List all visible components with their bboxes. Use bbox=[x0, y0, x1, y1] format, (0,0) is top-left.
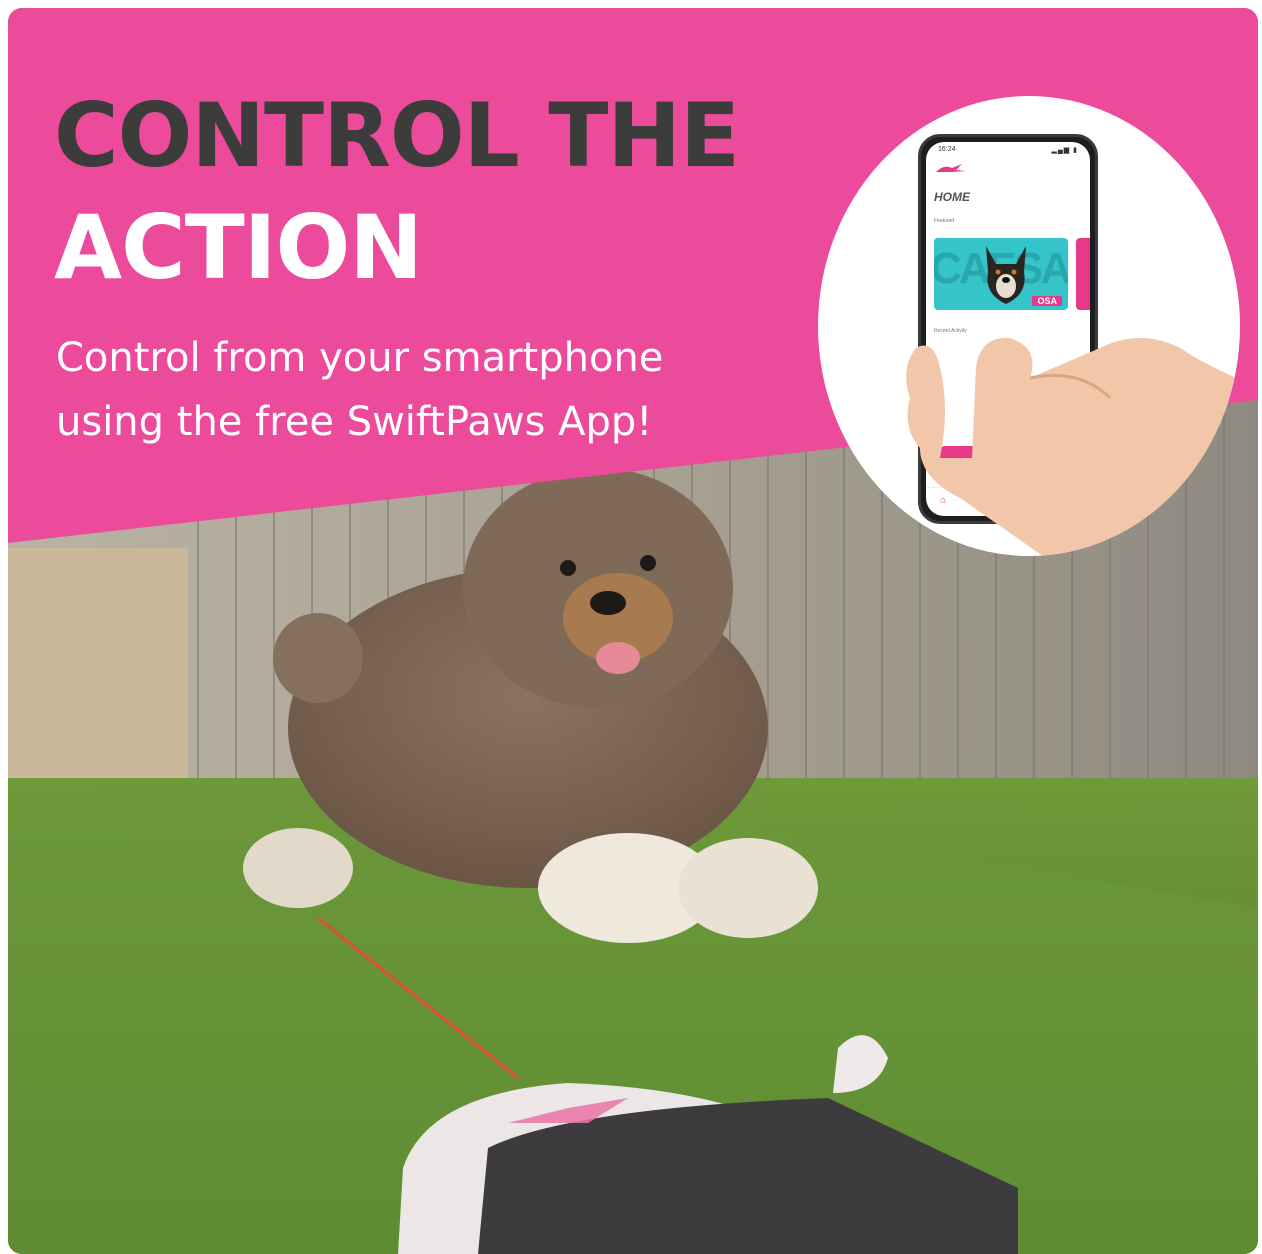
featured-label: Featured bbox=[934, 218, 955, 224]
headline-line-2: ACTION bbox=[54, 196, 423, 299]
status-time: 16:24 bbox=[938, 146, 956, 153]
featured-card[interactable]: CAESA OSA bbox=[934, 238, 1068, 310]
next-featured-card[interactable] bbox=[1076, 238, 1090, 310]
swiftpaws-logo-icon bbox=[936, 164, 966, 172]
product-image-card: CONTROL THE ACTION Control from your sma… bbox=[8, 8, 1258, 1254]
hand bbox=[906, 337, 1240, 556]
headline-line-1: CONTROL THE bbox=[54, 84, 740, 187]
status-bar: 16:24 ▂▄▆ ▮ bbox=[938, 146, 1078, 158]
featured-dog-photo bbox=[986, 246, 1026, 304]
subheadline-line-1: Control from your smartphone bbox=[56, 335, 664, 381]
subheadline: Control from your smartphone using the f… bbox=[56, 326, 816, 454]
phone-callout-circle: 16:24 ▂▄▆ ▮ HOME Featured CAESA bbox=[818, 96, 1240, 556]
app-screen-title: HOME bbox=[934, 190, 970, 204]
picket-fence bbox=[8, 548, 188, 808]
headline: CONTROL THE ACTION bbox=[54, 80, 740, 304]
signal-battery-icon: ▂▄▆ ▮ bbox=[1051, 147, 1078, 154]
featured-card-tag: OSA bbox=[1032, 296, 1062, 306]
subheadline-line-2: using the free SwiftPaws App! bbox=[56, 399, 653, 445]
